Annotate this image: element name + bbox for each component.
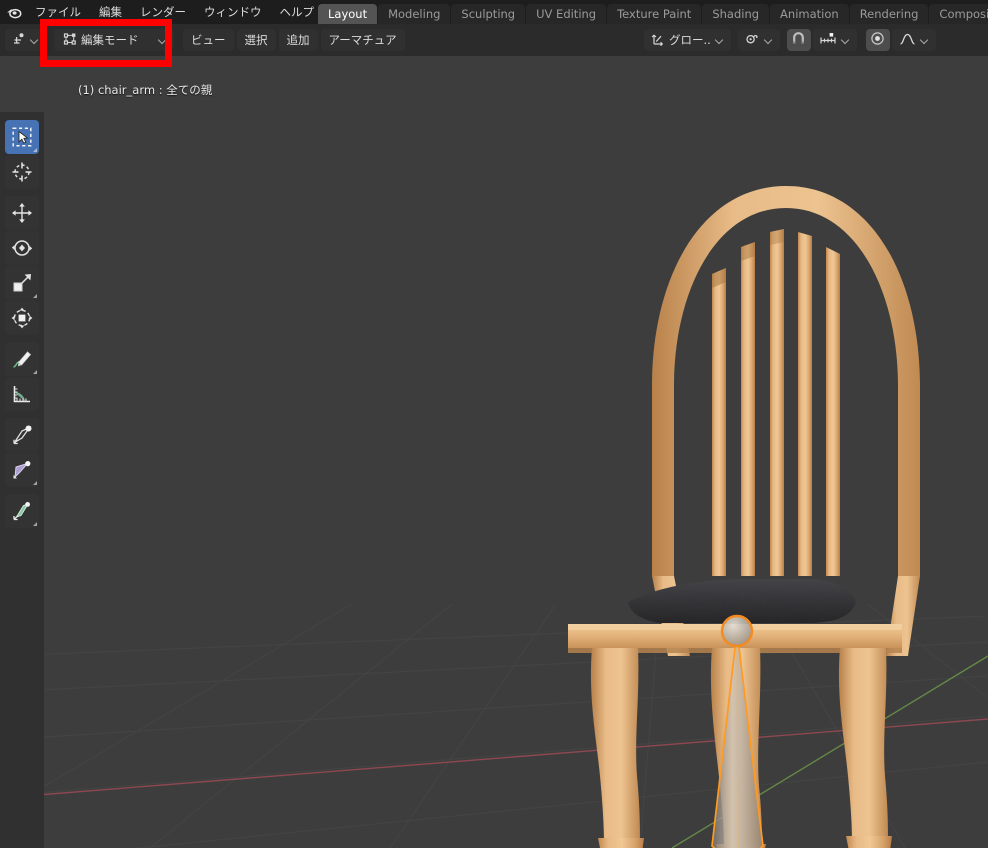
- tool-measure[interactable]: [5, 377, 39, 411]
- viewport-toolbar: [0, 112, 44, 848]
- editor-type-icon: [12, 32, 26, 49]
- tool-bone-size[interactable]: [5, 453, 39, 487]
- editor-type-selector[interactable]: [5, 29, 46, 51]
- snap-toggle[interactable]: [786, 29, 811, 51]
- viewport-menu-select[interactable]: 選択: [236, 29, 276, 51]
- tool-group-bone-edit: [0, 418, 44, 487]
- chair-back-frame: [652, 186, 920, 576]
- proportional-edit-icon: [870, 31, 885, 49]
- tab-animation[interactable]: Animation: [770, 4, 849, 24]
- tool-select-box[interactable]: [5, 120, 39, 154]
- snap-target-selector[interactable]: [812, 29, 857, 51]
- pivot-point-selector[interactable]: [737, 29, 780, 51]
- scale-icon: [13, 274, 31, 292]
- tool-bone-roll[interactable]: [5, 494, 39, 528]
- chevron-down-icon: [30, 36, 39, 45]
- smooth-falloff-icon: [899, 32, 916, 49]
- tool-move[interactable]: [5, 196, 39, 230]
- tab-layout[interactable]: Layout: [318, 4, 378, 24]
- tool-scale[interactable]: [5, 266, 39, 300]
- move-icon: [12, 203, 32, 223]
- 3d-viewport[interactable]: (1) chair_arm : 全ての親: [0, 56, 988, 848]
- tool-rotate[interactable]: [5, 231, 39, 265]
- chair-leg-front-right: [838, 648, 888, 842]
- select-box-icon: [12, 127, 32, 147]
- tool-bone-extrude[interactable]: [5, 418, 39, 452]
- tab-modeling[interactable]: Modeling: [378, 4, 451, 24]
- magnet-icon: [791, 31, 806, 49]
- submenu-corner-icon: [33, 522, 37, 526]
- tab-sculpting[interactable]: Sculpting: [451, 4, 526, 24]
- transform-orientation-label: グロー..: [669, 33, 711, 47]
- chevron-down-icon: [158, 36, 167, 45]
- tool-cursor[interactable]: [5, 155, 39, 189]
- menu-edit[interactable]: 編集: [90, 0, 131, 24]
- pivot-icon: [745, 32, 760, 49]
- tool-group-select: [0, 120, 44, 189]
- submenu-corner-icon: [33, 370, 37, 374]
- chevron-down-icon: [715, 36, 724, 45]
- annotate-icon: [13, 351, 32, 368]
- viewport-menu-view[interactable]: ビュー: [183, 29, 234, 51]
- submenu-corner-icon: [33, 148, 37, 152]
- tab-rendering[interactable]: Rendering: [849, 4, 929, 24]
- menu-window[interactable]: ウィンドウ: [195, 0, 271, 24]
- tab-texture-paint[interactable]: Texture Paint: [607, 4, 702, 24]
- workspace-tabs: Layout Modeling Sculpting UV Editing Tex…: [318, 0, 988, 24]
- tool-annotate[interactable]: [5, 342, 39, 376]
- submenu-corner-icon: [33, 481, 37, 485]
- rotate-icon: [11, 240, 33, 256]
- transform-orientation-selector[interactable]: グロー..: [644, 29, 731, 51]
- tab-compositing[interactable]: Compositing: [929, 4, 988, 24]
- measure-icon: [13, 386, 30, 403]
- mode-selector-label: 編集モード: [81, 33, 139, 47]
- menu-file[interactable]: ファイル: [26, 0, 90, 24]
- tool-group-annotate: [0, 342, 44, 411]
- chevron-down-icon: [764, 36, 773, 45]
- viewport-canvas: [0, 186, 988, 848]
- cursor-icon: [12, 162, 32, 182]
- tab-uv-editing[interactable]: UV Editing: [526, 4, 607, 24]
- tool-group-bone-roll: [0, 494, 44, 528]
- menu-render[interactable]: レンダー: [131, 0, 195, 24]
- bone-size-icon: [13, 461, 31, 479]
- orientation-icon: [651, 32, 665, 49]
- tool-group-transform: [0, 196, 44, 335]
- submenu-corner-icon: [33, 294, 37, 298]
- proportional-falloff-selector[interactable]: [891, 29, 936, 51]
- mode-selector[interactable]: 編集モード: [54, 29, 174, 51]
- chevron-down-icon: [841, 36, 850, 45]
- bone-roll-icon: [13, 502, 30, 521]
- bone-extrude-icon: [13, 425, 32, 445]
- viewport-menu-add[interactable]: 追加: [278, 29, 318, 51]
- chair-leg-front-left: [590, 648, 640, 844]
- viewport-header: 編集モード ビュー 選択 追加 アーマチュア グロー..: [0, 24, 988, 56]
- tab-shading[interactable]: Shading: [702, 4, 770, 24]
- viewport-menu-armature[interactable]: アーマチュア: [320, 29, 405, 51]
- viewport-overlay-line2: (1) chair_arm : 全ての親: [78, 83, 213, 97]
- blender-window: ファイル 編集 レンダー ウィンドウ ヘルプ Layout Modeling S…: [0, 0, 988, 848]
- menu-help[interactable]: ヘルプ: [271, 0, 324, 24]
- tool-transform[interactable]: [5, 301, 39, 335]
- proportional-editing-toggle[interactable]: [865, 29, 890, 51]
- snap-increment-icon: [820, 32, 837, 49]
- chevron-down-icon: [920, 36, 929, 45]
- transform-icon: [11, 307, 33, 329]
- blender-logo-icon[interactable]: [0, 0, 26, 24]
- chair-back-slats: [712, 229, 840, 576]
- edit-mode-icon: [63, 32, 77, 49]
